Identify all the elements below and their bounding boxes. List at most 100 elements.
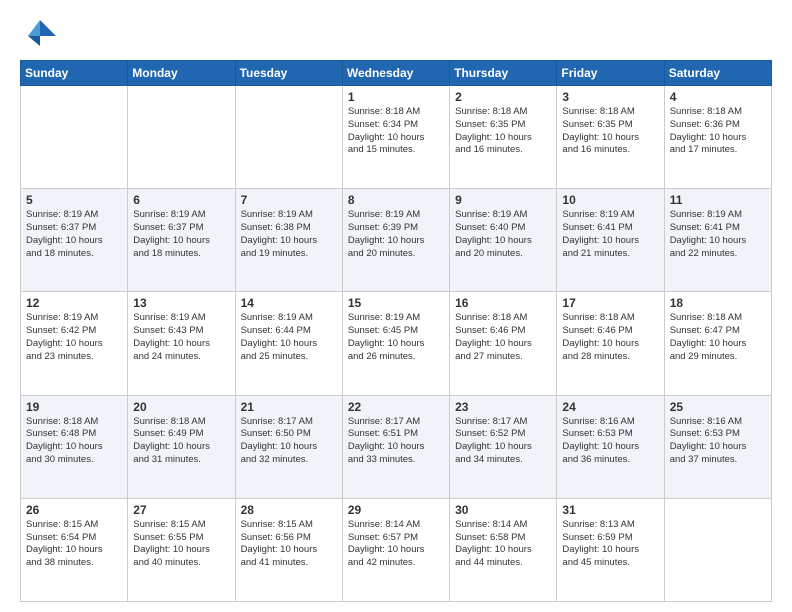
day-number: 15 (348, 296, 444, 310)
calendar-cell (235, 86, 342, 189)
calendar-cell: 15 Sunrise: 8:19 AM Sunset: 6:45 PM Dayli… (342, 292, 449, 395)
calendar-cell: 3 Sunrise: 8:18 AM Sunset: 6:35 PM Daylig… (557, 86, 664, 189)
day-number: 10 (562, 193, 658, 207)
day-number: 23 (455, 400, 551, 414)
day-number: 11 (670, 193, 766, 207)
calendar-cell: 27 Sunrise: 8:15 AM Sunset: 6:55 PM Dayli… (128, 498, 235, 601)
weekday-header-saturday: Saturday (664, 61, 771, 86)
cell-info: Sunrise: 8:19 AM Sunset: 6:43 PM Dayligh… (133, 312, 229, 363)
day-number: 4 (670, 90, 766, 104)
calendar-cell: 23 Sunrise: 8:17 AM Sunset: 6:52 PM Dayli… (450, 395, 557, 498)
day-number: 20 (133, 400, 229, 414)
cell-info: Sunrise: 8:17 AM Sunset: 6:51 PM Dayligh… (348, 416, 444, 467)
day-number: 25 (670, 400, 766, 414)
calendar-cell: 22 Sunrise: 8:17 AM Sunset: 6:51 PM Dayli… (342, 395, 449, 498)
day-number: 1 (348, 90, 444, 104)
cell-info: Sunrise: 8:18 AM Sunset: 6:46 PM Dayligh… (455, 312, 551, 363)
cell-info: Sunrise: 8:18 AM Sunset: 6:34 PM Dayligh… (348, 106, 444, 157)
cell-info: Sunrise: 8:19 AM Sunset: 6:44 PM Dayligh… (241, 312, 337, 363)
cell-info: Sunrise: 8:16 AM Sunset: 6:53 PM Dayligh… (562, 416, 658, 467)
calendar-cell: 5Sunrise: 8:19 AM Sunset: 6:37 PM Daylig… (21, 189, 128, 292)
cell-info: Sunrise: 8:14 AM Sunset: 6:57 PM Dayligh… (348, 519, 444, 570)
calendar-cell: 24Sunrise: 8:16 AM Sunset: 6:53 PM Dayli… (557, 395, 664, 498)
calendar-cell (664, 498, 771, 601)
day-number: 16 (455, 296, 551, 310)
weekday-header-wednesday: Wednesday (342, 61, 449, 86)
cell-info: Sunrise: 8:18 AM Sunset: 6:47 PM Dayligh… (670, 312, 766, 363)
day-number: 13 (133, 296, 229, 310)
page: SundayMondayTuesdayWednesdayThursdayFrid… (0, 0, 792, 612)
calendar-cell: 21 Sunrise: 8:17 AM Sunset: 6:50 PM Dayli… (235, 395, 342, 498)
calendar-cell: 2 Sunrise: 8:18 AM Sunset: 6:35 PM Daylig… (450, 86, 557, 189)
calendar-cell: 16 Sunrise: 8:18 AM Sunset: 6:46 PM Dayli… (450, 292, 557, 395)
calendar-cell: 17Sunrise: 8:18 AM Sunset: 6:46 PM Dayli… (557, 292, 664, 395)
calendar-cell: 11 Sunrise: 8:19 AM Sunset: 6:41 PM Dayli… (664, 189, 771, 292)
calendar-cell: 26Sunrise: 8:15 AM Sunset: 6:54 PM Dayli… (21, 498, 128, 601)
day-number: 30 (455, 503, 551, 517)
cell-info: Sunrise: 8:13 AM Sunset: 6:59 PM Dayligh… (562, 519, 658, 570)
cell-info: Sunrise: 8:19 AM Sunset: 6:42 PM Dayligh… (26, 312, 122, 363)
cell-info: Sunrise: 8:16 AM Sunset: 6:53 PM Dayligh… (670, 416, 766, 467)
week-row-4: 26Sunrise: 8:15 AM Sunset: 6:54 PM Dayli… (21, 498, 772, 601)
cell-info: Sunrise: 8:19 AM Sunset: 6:41 PM Dayligh… (562, 209, 658, 260)
week-row-2: 12 Sunrise: 8:19 AM Sunset: 6:42 PM Dayli… (21, 292, 772, 395)
day-number: 29 (348, 503, 444, 517)
day-number: 18 (670, 296, 766, 310)
calendar-cell: 10 Sunrise: 8:19 AM Sunset: 6:41 PM Dayli… (557, 189, 664, 292)
calendar: SundayMondayTuesdayWednesdayThursdayFrid… (20, 60, 772, 602)
day-number: 27 (133, 503, 229, 517)
day-number: 14 (241, 296, 337, 310)
cell-info: Sunrise: 8:15 AM Sunset: 6:55 PM Dayligh… (133, 519, 229, 570)
cell-info: Sunrise: 8:19 AM Sunset: 6:39 PM Dayligh… (348, 209, 444, 260)
weekday-header-friday: Friday (557, 61, 664, 86)
weekday-header-row: SundayMondayTuesdayWednesdayThursdayFrid… (21, 61, 772, 86)
calendar-cell: 1 Sunrise: 8:18 AM Sunset: 6:34 PM Daylig… (342, 86, 449, 189)
cell-info: Sunrise: 8:17 AM Sunset: 6:52 PM Dayligh… (455, 416, 551, 467)
cell-info: Sunrise: 8:18 AM Sunset: 6:35 PM Dayligh… (455, 106, 551, 157)
calendar-cell: 7 Sunrise: 8:19 AM Sunset: 6:38 PM Daylig… (235, 189, 342, 292)
cell-info: Sunrise: 8:19 AM Sunset: 6:38 PM Dayligh… (241, 209, 337, 260)
day-number: 6 (133, 193, 229, 207)
calendar-cell (128, 86, 235, 189)
day-number: 12 (26, 296, 122, 310)
week-row-3: 19 Sunrise: 8:18 AM Sunset: 6:48 PM Dayli… (21, 395, 772, 498)
calendar-cell: 9 Sunrise: 8:19 AM Sunset: 6:40 PM Daylig… (450, 189, 557, 292)
day-number: 17 (562, 296, 658, 310)
calendar-cell: 28Sunrise: 8:15 AM Sunset: 6:56 PM Dayli… (235, 498, 342, 601)
weekday-header-thursday: Thursday (450, 61, 557, 86)
day-number: 22 (348, 400, 444, 414)
cell-info: Sunrise: 8:15 AM Sunset: 6:54 PM Dayligh… (26, 519, 122, 570)
day-number: 21 (241, 400, 337, 414)
day-number: 8 (348, 193, 444, 207)
calendar-cell: 31 Sunrise: 8:13 AM Sunset: 6:59 PM Dayli… (557, 498, 664, 601)
calendar-cell: 30 Sunrise: 8:14 AM Sunset: 6:58 PM Dayli… (450, 498, 557, 601)
calendar-cell: 19 Sunrise: 8:18 AM Sunset: 6:48 PM Dayli… (21, 395, 128, 498)
logo-icon (20, 16, 56, 52)
cell-info: Sunrise: 8:19 AM Sunset: 6:45 PM Dayligh… (348, 312, 444, 363)
calendar-cell: 20 Sunrise: 8:18 AM Sunset: 6:49 PM Dayli… (128, 395, 235, 498)
cell-info: Sunrise: 8:19 AM Sunset: 6:41 PM Dayligh… (670, 209, 766, 260)
day-number: 28 (241, 503, 337, 517)
calendar-cell: 13 Sunrise: 8:19 AM Sunset: 6:43 PM Dayli… (128, 292, 235, 395)
calendar-cell: 12 Sunrise: 8:19 AM Sunset: 6:42 PM Dayli… (21, 292, 128, 395)
day-number: 19 (26, 400, 122, 414)
cell-info: Sunrise: 8:18 AM Sunset: 6:48 PM Dayligh… (26, 416, 122, 467)
cell-info: Sunrise: 8:18 AM Sunset: 6:35 PM Dayligh… (562, 106, 658, 157)
calendar-cell: 14 Sunrise: 8:19 AM Sunset: 6:44 PM Dayli… (235, 292, 342, 395)
cell-info: Sunrise: 8:18 AM Sunset: 6:49 PM Dayligh… (133, 416, 229, 467)
cell-info: Sunrise: 8:17 AM Sunset: 6:50 PM Dayligh… (241, 416, 337, 467)
day-number: 5 (26, 193, 122, 207)
cell-info: Sunrise: 8:18 AM Sunset: 6:36 PM Dayligh… (670, 106, 766, 157)
week-row-0: 1 Sunrise: 8:18 AM Sunset: 6:34 PM Daylig… (21, 86, 772, 189)
cell-info: Sunrise: 8:19 AM Sunset: 6:40 PM Dayligh… (455, 209, 551, 260)
day-number: 9 (455, 193, 551, 207)
day-number: 7 (241, 193, 337, 207)
day-number: 31 (562, 503, 658, 517)
calendar-cell: 6 Sunrise: 8:19 AM Sunset: 6:37 PM Daylig… (128, 189, 235, 292)
weekday-header-monday: Monday (128, 61, 235, 86)
cell-info: Sunrise: 8:14 AM Sunset: 6:58 PM Dayligh… (455, 519, 551, 570)
cell-info: Sunrise: 8:19 AM Sunset: 6:37 PM Dayligh… (133, 209, 229, 260)
day-number: 3 (562, 90, 658, 104)
weekday-header-tuesday: Tuesday (235, 61, 342, 86)
day-number: 2 (455, 90, 551, 104)
